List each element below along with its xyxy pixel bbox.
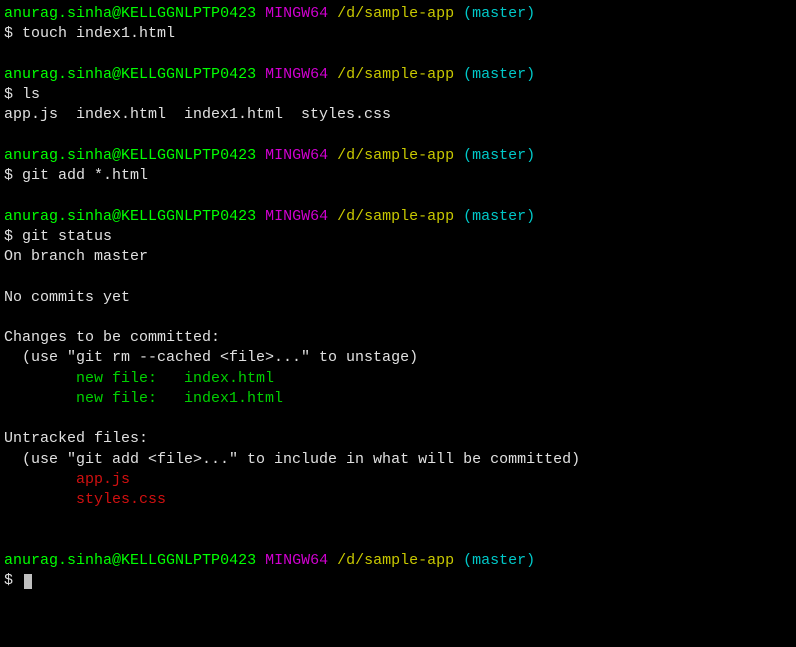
prompt-host: KELLGGNLPTP0423 — [121, 208, 256, 225]
prompt-dollar: $ — [4, 25, 13, 42]
prompt-branch: (master) — [463, 66, 535, 83]
prompt-host: KELLGGNLPTP0423 — [121, 5, 256, 22]
prompt-user: anurag.sinha — [4, 208, 112, 225]
untracked-file: styles.css — [4, 491, 166, 508]
terminal-output[interactable]: anurag.sinha@KELLGGNLPTP0423 MINGW64 /d/… — [4, 4, 792, 591]
command-text: ls — [22, 86, 40, 103]
output-line: styles.css — [4, 490, 792, 510]
blank-line — [4, 186, 792, 206]
prompt-at: @ — [112, 552, 121, 569]
output-line: app.js index.html index1.html styles.css — [4, 105, 792, 125]
command-line: $ git status — [4, 227, 792, 247]
output-line: new file: index1.html — [4, 389, 792, 409]
blank-line — [4, 531, 792, 551]
prompt-env: MINGW64 — [265, 147, 328, 164]
output-line: (use "git add <file>..." to include in w… — [4, 450, 792, 470]
output-line: On branch master — [4, 247, 792, 267]
command-text: touch index1.html — [22, 25, 175, 42]
prompt-line: anurag.sinha@KELLGGNLPTP0423 MINGW64 /d/… — [4, 146, 792, 166]
command-line[interactable]: $ — [4, 571, 792, 591]
prompt-dollar: $ — [4, 86, 13, 103]
command-line: $ ls — [4, 85, 792, 105]
command-text: git add *.html — [22, 167, 148, 184]
prompt-branch: (master) — [463, 147, 535, 164]
prompt-user: anurag.sinha — [4, 552, 112, 569]
prompt-env: MINGW64 — [265, 66, 328, 83]
output-text: app.js index.html index1.html styles.css — [4, 106, 391, 123]
prompt-at: @ — [112, 208, 121, 225]
blank-line — [4, 267, 792, 287]
prompt-branch: (master) — [463, 552, 535, 569]
prompt-dollar: $ — [4, 167, 13, 184]
prompt-at: @ — [112, 147, 121, 164]
command-line: $ git add *.html — [4, 166, 792, 186]
output-text: Untracked files: — [4, 430, 148, 447]
command-text: git status — [22, 228, 112, 245]
output-line: No commits yet — [4, 288, 792, 308]
output-line: new file: index.html — [4, 369, 792, 389]
prompt-host: KELLGGNLPTP0423 — [121, 66, 256, 83]
prompt-at: @ — [112, 5, 121, 22]
staged-file: new file: index.html — [4, 370, 274, 387]
prompt-env: MINGW64 — [265, 552, 328, 569]
prompt-host: KELLGGNLPTP0423 — [121, 147, 256, 164]
prompt-branch: (master) — [463, 208, 535, 225]
command-line: $ touch index1.html — [4, 24, 792, 44]
prompt-env: MINGW64 — [265, 5, 328, 22]
prompt-user: anurag.sinha — [4, 147, 112, 164]
blank-line — [4, 126, 792, 146]
output-text: Changes to be committed: — [4, 329, 220, 346]
prompt-line: anurag.sinha@KELLGGNLPTP0423 MINGW64 /d/… — [4, 207, 792, 227]
output-text: On branch master — [4, 248, 148, 265]
output-line: app.js — [4, 470, 792, 490]
prompt-path: /d/sample-app — [337, 208, 454, 225]
prompt-host: KELLGGNLPTP0423 — [121, 552, 256, 569]
blank-line — [4, 510, 792, 530]
prompt-branch: (master) — [463, 5, 535, 22]
output-text: No commits yet — [4, 289, 130, 306]
output-line: Changes to be committed: — [4, 328, 792, 348]
output-text: (use "git rm --cached <file>..." to unst… — [4, 349, 418, 366]
output-line: Untracked files: — [4, 429, 792, 449]
prompt-line: anurag.sinha@KELLGGNLPTP0423 MINGW64 /d/… — [4, 4, 792, 24]
prompt-line: anurag.sinha@KELLGGNLPTP0423 MINGW64 /d/… — [4, 65, 792, 85]
prompt-path: /d/sample-app — [337, 66, 454, 83]
blank-line — [4, 308, 792, 328]
cursor — [24, 574, 32, 589]
prompt-dollar: $ — [4, 228, 13, 245]
output-line: (use "git rm --cached <file>..." to unst… — [4, 348, 792, 368]
prompt-dollar: $ — [4, 572, 13, 589]
staged-file: new file: index1.html — [4, 390, 283, 407]
prompt-path: /d/sample-app — [337, 5, 454, 22]
prompt-at: @ — [112, 66, 121, 83]
untracked-file: app.js — [4, 471, 130, 488]
prompt-user: anurag.sinha — [4, 66, 112, 83]
blank-line — [4, 409, 792, 429]
prompt-line: anurag.sinha@KELLGGNLPTP0423 MINGW64 /d/… — [4, 551, 792, 571]
prompt-path: /d/sample-app — [337, 552, 454, 569]
prompt-user: anurag.sinha — [4, 5, 112, 22]
blank-line — [4, 45, 792, 65]
prompt-env: MINGW64 — [265, 208, 328, 225]
output-text: (use "git add <file>..." to include in w… — [4, 451, 580, 468]
prompt-path: /d/sample-app — [337, 147, 454, 164]
